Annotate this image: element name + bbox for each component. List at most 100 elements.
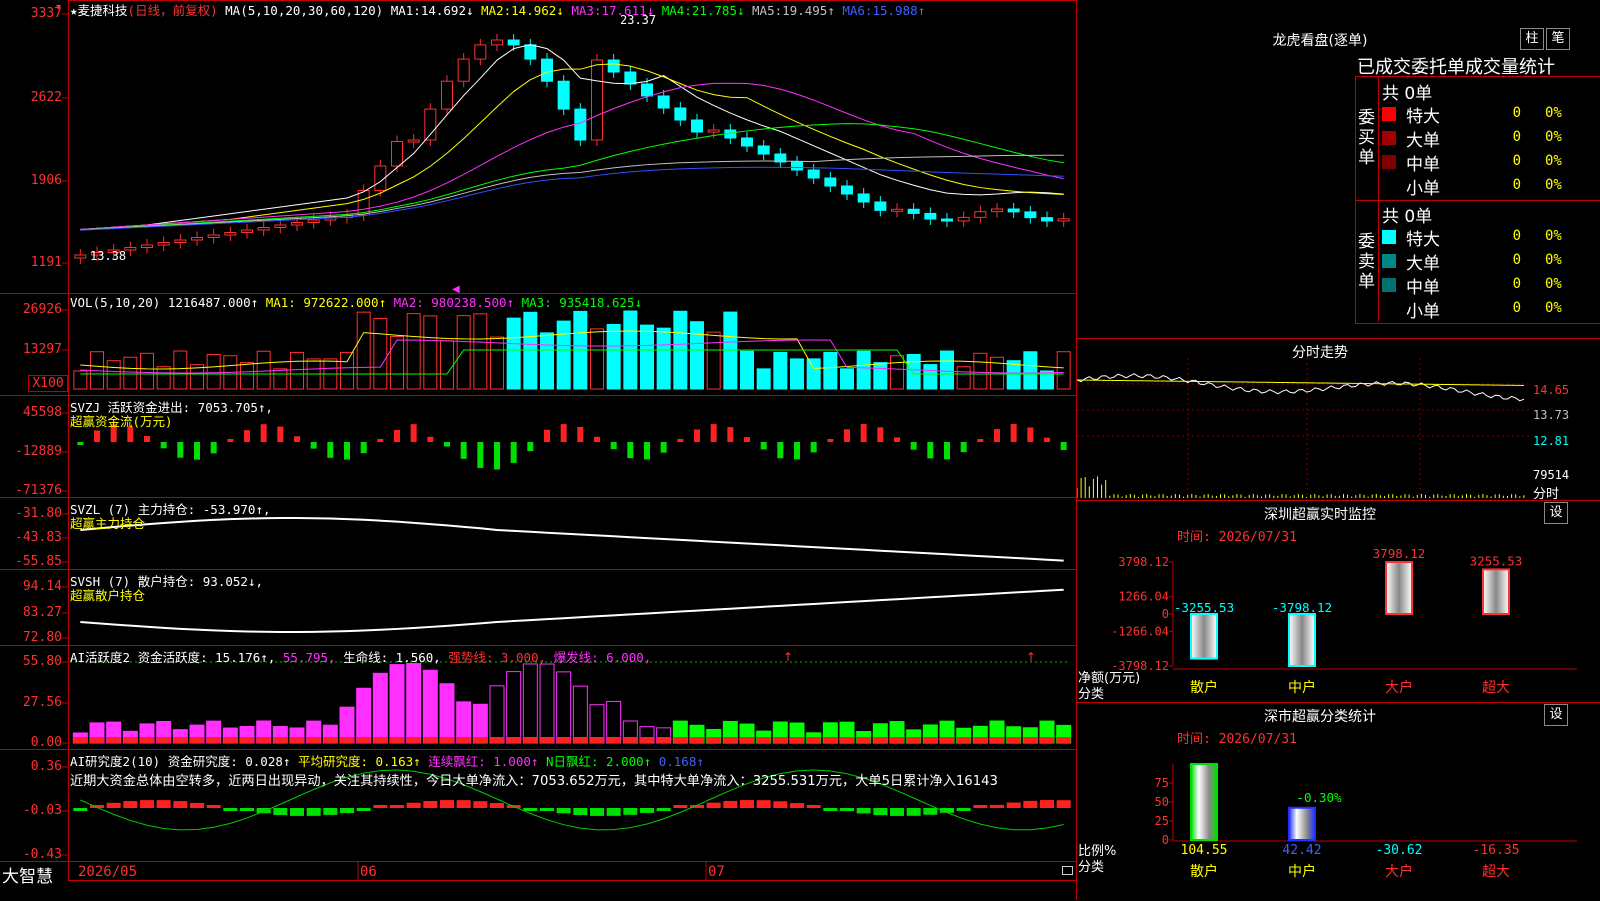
flow-bar (844, 429, 850, 442)
flow-bar (1060, 442, 1067, 450)
activity-base (723, 737, 738, 743)
ai-active-title: AI活跃度2 资金活跃度: 15.176↑, (70, 650, 276, 665)
vol-ma1: MA1: 972622.000↑ (265, 295, 387, 310)
flow-bar (1010, 424, 1017, 442)
activity-base (940, 737, 954, 743)
activity-base (356, 737, 371, 743)
vol-value: 1216487.000↑ (167, 295, 259, 310)
activity-base (806, 737, 821, 743)
volume-bar (540, 332, 554, 390)
research-bar (406, 802, 421, 808)
sz-monitor-axis-name2: 分类 (1078, 687, 1105, 702)
flow-bar (544, 429, 550, 442)
lhb-vdivider (1378, 76, 1379, 322)
research-bar (473, 801, 488, 808)
svzl-sub: 超赢主力持仓 (70, 516, 146, 531)
top-corner-icon[interactable]: ▾ (56, 2, 61, 13)
volume-bar (290, 351, 304, 390)
candle-body (907, 208, 920, 214)
volume-bar (140, 352, 154, 390)
tick-mode-button[interactable]: 笔 (1546, 28, 1570, 50)
candle-body (1007, 208, 1020, 213)
research-bar (590, 808, 604, 816)
buy-total: 共 0单 (1382, 84, 1433, 104)
activity-base (606, 737, 621, 743)
activity-base (190, 737, 204, 743)
flow-bar (960, 442, 967, 453)
candle-body (224, 232, 237, 236)
flow-bar (277, 426, 284, 442)
chart-area[interactable]: ↑ ↑ ◀ ★麦捷科技(日线，前复权) MA(5,10,20,30,60,120… (0, 0, 1077, 900)
ai-active-v3: 生命线: 1.560, (343, 650, 441, 665)
intraday-chart[interactable] (1077, 358, 1600, 498)
volume-bar (1056, 351, 1071, 390)
favorite-star-icon[interactable]: ★ (70, 3, 78, 18)
candle-body (757, 145, 770, 155)
activity-base (740, 737, 754, 743)
research-bar (556, 808, 571, 814)
bar-mode-button[interactable]: 柱 (1520, 28, 1544, 50)
flow-bar (510, 442, 517, 463)
row-count: 0 (1512, 153, 1521, 169)
volume-bar (390, 336, 404, 390)
flow-bar (894, 437, 900, 442)
ma3-label: MA3: (571, 3, 602, 18)
activity-base (290, 737, 304, 743)
activity-base (256, 737, 271, 743)
vol-unit[interactable]: X100 (28, 375, 68, 392)
volume-bar (706, 331, 721, 390)
row-count: 0 (1512, 129, 1521, 145)
y-tick: 0.36 (30, 759, 62, 774)
research-bar (423, 800, 438, 808)
research-bar (1023, 800, 1038, 808)
candle-body (407, 139, 420, 143)
activity-base (73, 737, 88, 743)
flow-bar (477, 442, 484, 468)
y-tick-label: 0 (1162, 607, 1169, 621)
ma-line (80, 63, 1064, 230)
activity-base (773, 737, 788, 743)
ma6-value: 15.988↑ (872, 3, 926, 18)
legend-swatch (1382, 179, 1396, 193)
research-bar (606, 808, 621, 816)
volume-bar (773, 351, 788, 390)
volume-bar (940, 350, 954, 390)
activity-base (673, 737, 688, 743)
candle-body (841, 185, 853, 195)
sz-class-chart: 75 50 25 0 104.55 散户 42.42 中户 -30.62 大户 -16.35 超大 -0… (1155, 763, 1577, 880)
sz-monitor-chart: 3798.12 1266.04 0 -1266.04 -3798.12 -3255.53 散… (1111, 546, 1577, 696)
legend-swatch (1382, 278, 1396, 292)
candle-body (491, 39, 503, 46)
activity-base (506, 737, 521, 743)
research-bar (673, 805, 688, 808)
activity-bar (406, 663, 422, 744)
y-tick-label: 50 (1155, 795, 1169, 809)
buy-side-label: 委买单 (1358, 108, 1375, 168)
ai-research-v3: 连续飘红: 1.000↑ (428, 754, 539, 769)
sell-side-label: 委卖单 (1358, 232, 1375, 292)
research-bar (956, 808, 971, 811)
volume-bar (656, 327, 671, 390)
category-label: 大户 (1385, 863, 1413, 880)
row-pct: 0% (1545, 276, 1562, 292)
activity-bar (606, 700, 622, 744)
stock-name: 麦捷科技 (77, 3, 128, 18)
position-line (80, 517, 1064, 562)
flow-bar (244, 430, 250, 442)
intraday-tick: 13.73 (1533, 408, 1570, 422)
volume-bar (723, 311, 738, 390)
lhb-title: 龙虎看盘(逐单) (1272, 33, 1368, 49)
activity-base (973, 737, 988, 743)
activity-base (840, 737, 854, 743)
flow-bar (344, 442, 350, 460)
flow-bar (94, 430, 100, 442)
ai-research-v5: 0.168↑ (658, 754, 704, 769)
lock-icon[interactable] (1062, 866, 1073, 875)
flow-bar (460, 442, 467, 459)
activity-base (956, 737, 971, 743)
activity-base (173, 737, 188, 743)
volume-bar (973, 352, 988, 390)
research-bar (340, 808, 354, 814)
flow-bar (610, 442, 617, 450)
candle-body (424, 108, 437, 141)
